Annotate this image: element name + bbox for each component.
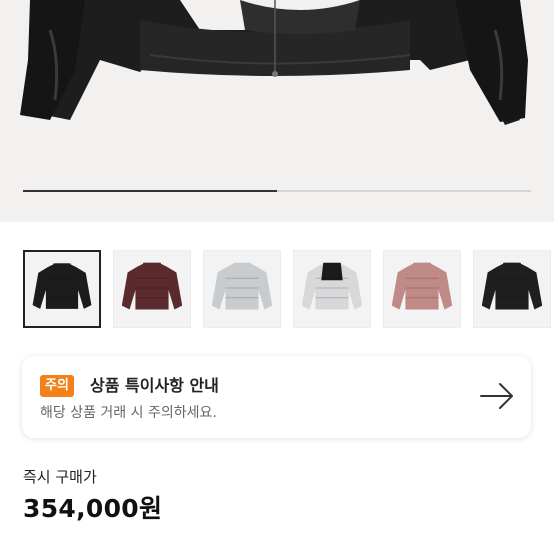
thumbnail-light-gray-puffer[interactable]: [203, 250, 281, 328]
notice-subtitle: 해당 상품 거래 시 주의하세요.: [40, 405, 217, 421]
jacket-thumbnail-image: [32, 263, 92, 309]
jacket-thumbnail-image: [391, 262, 453, 310]
thumbnail-dusty-pink-puffer[interactable]: [383, 250, 461, 328]
slide-progress-fill: [23, 190, 277, 192]
product-hero-image[interactable]: [0, 0, 554, 222]
caution-badge: 주의: [40, 375, 74, 397]
thumbnail-burgundy-puffer[interactable]: [113, 250, 191, 328]
caution-notice-card[interactable]: 주의 상품 특이사항 안내 해당 상품 거래 시 주의하세요.: [22, 356, 531, 438]
notice-title: 상품 특이사항 안내: [90, 376, 219, 395]
thumbnail-black-shiny-puffer[interactable]: [23, 250, 101, 328]
jacket-photo: [20, 0, 528, 125]
buy-now-price-label: 즉시 구매가: [23, 468, 97, 486]
jacket-thumbnail-image: [121, 262, 183, 310]
image-slide-progress: [23, 190, 531, 192]
jacket-thumbnail-image: [301, 262, 363, 310]
thumbnail-silver-black-puffer[interactable]: [293, 250, 371, 328]
jacket-thumbnail-image: [481, 262, 543, 310]
color-thumbnail-list: [23, 250, 553, 330]
arrow-right-icon[interactable]: [479, 382, 515, 410]
buy-now-price-value: 354,000원: [23, 494, 163, 523]
thumbnail-black-matte-puffer[interactable]: [473, 250, 551, 328]
jacket-thumbnail-image: [211, 262, 273, 310]
